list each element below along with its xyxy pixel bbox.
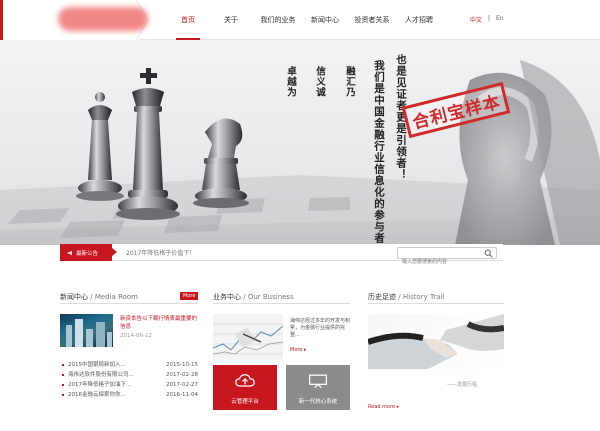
news-item-date: 2017-02-27: [166, 382, 198, 388]
news-headline-link[interactable]: 新资本告以下载行情表最重要的信息: [120, 315, 198, 331]
lang-chinese-link[interactable]: 中文: [470, 15, 482, 24]
news-item-title[interactable]: 海伟达软件股份有限公司...: [60, 370, 134, 380]
nav-item-about[interactable]: 关于: [208, 0, 254, 40]
nav-item-careers[interactable]: 人才招聘: [396, 0, 442, 40]
business-description: 海伟达经过多年的开发与积累，为金融行业提供的完整...: [290, 318, 351, 338]
history-section-title: 历史足迹 / History Trail: [368, 292, 444, 302]
history-divider: [368, 303, 504, 304]
search-box: [397, 247, 497, 267]
company-logo[interactable]: [58, 7, 148, 31]
core-system-label: 新一代核心系统: [298, 399, 338, 405]
business-title: 业务中心: [213, 293, 241, 301]
hero-text-col1: 卓越为: [285, 66, 296, 98]
financial-chart-graphic: [213, 323, 283, 355]
nav-item-news[interactable]: 新闻中心: [302, 0, 348, 40]
history-caption: ——发展历程: [447, 382, 478, 388]
lang-separator: |: [488, 15, 491, 22]
news-item-title[interactable]: 2015中国银局新加入...: [60, 360, 126, 370]
history-title-en: / History Trail: [398, 293, 445, 301]
chess-scene: [0, 60, 600, 245]
notice-link[interactable]: 2017年降低格子价值下！: [126, 248, 195, 257]
business-thumbnail[interactable]: [213, 314, 283, 360]
history-read-more-link[interactable]: Read more ▸: [368, 404, 399, 410]
cloud-platform-label: 云管理平台: [231, 399, 259, 405]
cloud-upload-icon: [235, 374, 255, 387]
business-divider: [213, 303, 350, 304]
hero-slogan-a: 我们是中国金融行业信息化的参与者: [373, 60, 385, 244]
news-item-date: 2017-02-28: [166, 372, 198, 378]
news-thumbnail[interactable]: [60, 314, 113, 347]
news-title-en: / Media Room: [90, 293, 139, 301]
main-nav: 首页 关于 我们的业务 新闻中心 投资者关系 人才招聘: [168, 0, 442, 40]
news-list: 2015中国银局新加入... 2015-10-15 海伟达软件股份有限公司...…: [60, 360, 198, 400]
list-item[interactable]: 2015中国银局新加入... 2015-10-15: [60, 360, 198, 370]
search-input[interactable]: [398, 257, 482, 267]
knight-piece: [193, 118, 249, 208]
news-title: 新闻中心: [60, 293, 88, 301]
monitor-icon: [309, 374, 327, 389]
megaphone-icon: [67, 250, 72, 255]
news-item-title[interactable]: 2016金融云探索你你...: [60, 390, 126, 400]
news-more-button[interactable]: More: [180, 292, 199, 300]
search-icon[interactable]: [484, 249, 493, 258]
notice-tag-label: 最新公告: [76, 250, 99, 257]
hero-text-col2: 信义诚: [314, 66, 325, 98]
news-section-title: 新闻中心 / Media Room: [60, 292, 138, 302]
news-item-title[interactable]: 2017年降低格子加油下...: [60, 380, 131, 390]
list-item[interactable]: 2016金融云探索你你... 2016-11-04: [60, 390, 198, 400]
hero-banner[interactable]: 卓越为 信义诚 融汇乃 我们是中国金融行业信息化的参与者 也是见证者更是引领者！…: [0, 40, 600, 245]
list-item[interactable]: 2017年降低格子加油下... 2017-02-27: [60, 380, 198, 390]
news-item-date: 2015-10-15: [166, 362, 198, 368]
page: 首页 关于 我们的业务 新闻中心 投资者关系 人才招聘 中文 | En 卓越为 …: [0, 0, 600, 431]
lang-english-link[interactable]: En: [496, 15, 504, 24]
hero-text-col3: 融汇乃: [344, 66, 355, 98]
site-header: 首页 关于 我们的业务 新闻中心 投资者关系 人才招聘 中文 | En: [0, 0, 600, 40]
news-item-date: 2016-11-04: [166, 392, 198, 398]
history-thumbnail[interactable]: [368, 314, 504, 369]
history-title: 历史足迹: [368, 293, 396, 301]
notice-tag: 最新公告: [60, 244, 117, 261]
nav-item-home[interactable]: 首页: [168, 0, 208, 40]
nav-item-investor[interactable]: 投资者关系: [348, 0, 396, 40]
news-divider: [60, 303, 198, 304]
business-section-title: 业务中心 / Our Business: [213, 292, 294, 302]
core-system-tile[interactable]: 新一代核心系统: [286, 365, 350, 410]
cloud-platform-tile[interactable]: 云管理平台: [213, 365, 277, 410]
business-more-link[interactable]: More ▸: [290, 347, 307, 353]
business-title-en: / Our Business: [243, 293, 294, 301]
language-switch: 中文 | En: [470, 15, 504, 24]
list-item[interactable]: 海伟达软件股份有限公司... 2017-02-28: [60, 370, 198, 380]
news-headline-date: 2014-06-12: [120, 333, 152, 339]
handshake-graphic: [368, 314, 504, 369]
nav-item-business[interactable]: 我们的业务: [254, 0, 302, 40]
left-piece: [76, 92, 124, 201]
